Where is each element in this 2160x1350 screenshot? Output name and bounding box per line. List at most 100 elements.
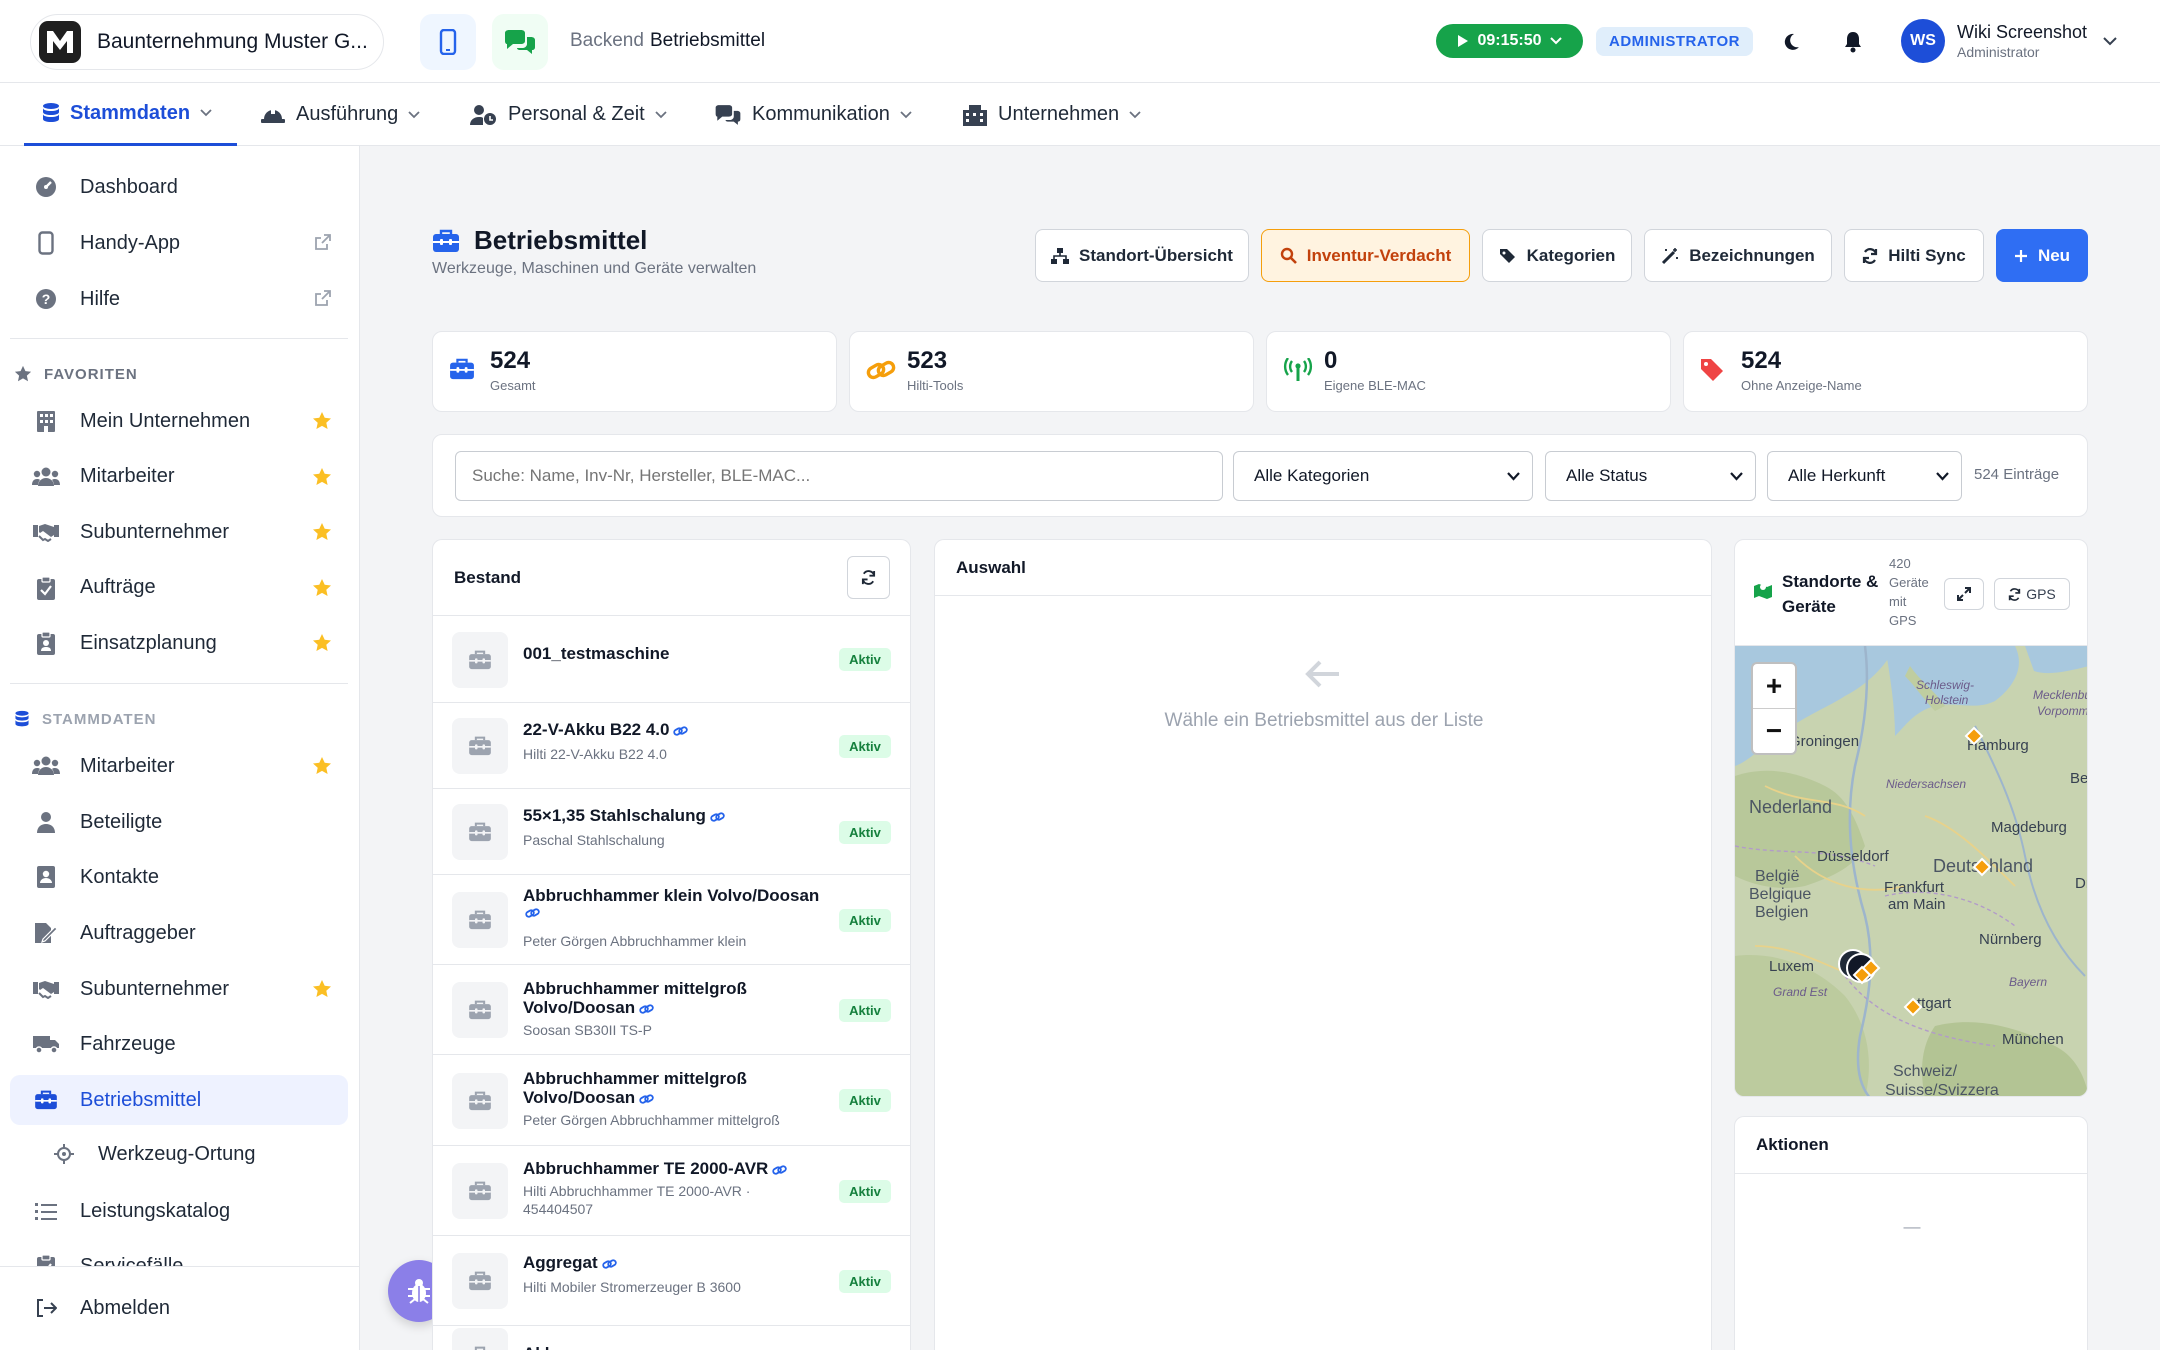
item-subtitle: Soosan SB30II TS-P	[523, 1022, 652, 1038]
sitemap-icon	[1051, 247, 1070, 264]
status-select[interactable]: Alle Status	[1545, 451, 1756, 501]
main-nav: Stammdaten Ausführung Personal & Zeit Ko…	[0, 83, 2160, 146]
item-name: Abbruchhammer TE 2000-AVR	[523, 1159, 769, 1178]
map-view[interactable]: Schleswig- Holstein Mecklenbur Vorpomme …	[1735, 646, 2087, 1096]
favorite-star-icon[interactable]	[312, 578, 332, 598]
list-item[interactable]: Abbruchhammer TE 2000-AVR Hilti Abbruchha…	[433, 1146, 910, 1236]
stat-card-ble: 0 Eigene BLE-MAC	[1266, 331, 1671, 412]
gps-sync-button[interactable]: GPS	[1994, 578, 2070, 610]
map-label: Nederland	[1749, 797, 1832, 817]
stat-label: Hilti-Tools	[907, 378, 964, 393]
sidebar-item-auftraggeber[interactable]: Auftraggeber	[10, 908, 348, 958]
sidebar-item-betriebsmittel[interactable]: Betriebsmittel	[10, 1075, 348, 1125]
favorite-star-icon[interactable]	[312, 633, 332, 653]
item-subtitle: Peter Görgen Abbruchhammer klein	[523, 933, 747, 949]
inventur-verdacht-button[interactable]: Inventur-Verdacht	[1261, 229, 1470, 282]
expand-map-button[interactable]	[1944, 578, 1984, 610]
sidebar-item-subunternehmer[interactable]: Subunternehmer	[10, 507, 348, 557]
new-button[interactable]: Neu	[1996, 229, 2088, 282]
sidebar-item-beteiligte[interactable]: Beteiligte	[10, 797, 348, 847]
inventory-list-panel: Bestand 001_testmaschine Aktiv 22-V-Akku B…	[432, 539, 911, 1350]
question-icon: ?	[32, 285, 60, 313]
search-input[interactable]	[455, 451, 1223, 501]
notifications-button[interactable]	[1837, 26, 1869, 58]
user-clock-icon	[470, 104, 496, 125]
logout-button[interactable]: Abmelden	[10, 1283, 348, 1333]
svg-text:?: ?	[42, 291, 51, 307]
sidebar-item-mein-unternehmen[interactable]: Mein Unternehmen	[10, 396, 348, 446]
star-icon	[14, 365, 32, 382]
timer-value: 09:15:50	[1477, 32, 1542, 49]
antenna-icon	[1283, 358, 1313, 381]
zoom-out-button[interactable]: −	[1753, 709, 1795, 753]
gps-count: 420 Geräte mit GPS	[1889, 556, 1929, 628]
origin-select[interactable]: Alle Herkunft	[1767, 451, 1962, 501]
list-item[interactable]: 001_testmaschine Aktiv	[433, 616, 910, 703]
sidebar-item-hilfe[interactable]: ? Hilfe	[10, 274, 348, 324]
sidebar-item-werkzeug-ortung[interactable]: Werkzeug-Ortung	[28, 1129, 359, 1179]
sidebar-item-mitarbeiter[interactable]: Mitarbeiter	[10, 452, 348, 502]
hilti-sync-button[interactable]: Hilti Sync	[1844, 229, 1984, 282]
sidebar-item-mitarbeiter[interactable]: Mitarbeiter	[10, 741, 348, 791]
sidebar-item-subunternehmer[interactable]: Subunternehmer	[10, 964, 348, 1014]
nav-ausfuehrung[interactable]: Ausführung	[260, 83, 420, 146]
chevron-down-icon	[408, 110, 420, 118]
favorite-star-icon[interactable]	[312, 467, 332, 487]
sidebar-item-leistungskatalog[interactable]: Leistungskatalog	[10, 1186, 348, 1236]
list-item[interactable]: Abbruchhammer mittelgroß Volvo/Doosan Pet…	[433, 1055, 910, 1146]
standort-uebersicht-button[interactable]: Standort-Übersicht	[1035, 229, 1249, 282]
breadcrumb-section[interactable]: Backend	[570, 30, 644, 51]
list-item[interactable]: 22-V-Akku B22 4.0 Hilti 22-V-Akku B22 4.0…	[433, 703, 910, 789]
sidebar-item-label: Mein Unternehmen	[80, 409, 251, 432]
stat-value: 0	[1324, 347, 1338, 374]
sync-icon	[2009, 587, 2021, 601]
kategorien-button[interactable]: Kategorien	[1482, 229, 1632, 282]
stat-value: 524	[490, 347, 531, 374]
list-item[interactable]: 55×1,35 Stahlschalung Paschal Stahlschalu…	[433, 789, 910, 875]
sidebar-item-fahrzeuge[interactable]: Fahrzeuge	[10, 1019, 348, 1069]
sidebar-item-handy-app[interactable]: Handy-App	[10, 218, 348, 268]
item-name: Abbruchhammer klein Volvo/Doosan	[523, 886, 820, 905]
sidebar-item-kontakte[interactable]: Kontakte	[10, 852, 348, 902]
breadcrumb: Backend Betriebsmittel	[570, 30, 765, 52]
bezeichnungen-button[interactable]: Bezeichnungen	[1644, 229, 1832, 282]
company-switcher[interactable]: Baunternehmung Muster G...	[30, 14, 384, 70]
refresh-button[interactable]	[847, 556, 890, 599]
item-name: Aggregat	[523, 1253, 598, 1272]
chat-button[interactable]	[492, 14, 548, 70]
time-tracker-button[interactable]: 09:15:50	[1436, 24, 1583, 58]
plus-icon	[2014, 249, 2027, 262]
sidebar-item-einsatzplanung[interactable]: Einsatzplanung	[10, 618, 348, 668]
sidebar-item-auftraege[interactable]: Aufträge	[10, 563, 348, 613]
favorite-star-icon[interactable]	[312, 979, 332, 999]
mobile-app-button[interactable]	[420, 14, 476, 70]
category-select[interactable]: Alle Kategorien	[1233, 451, 1533, 501]
favorite-star-icon[interactable]	[312, 411, 332, 431]
list-item[interactable]: Aggregat Hilti Mobiler Stromerzeuger B 36…	[433, 1236, 910, 1326]
bell-icon	[1845, 32, 1861, 53]
external-link-icon	[315, 234, 331, 250]
nav-kommunikation[interactable]: Kommunikation	[714, 83, 912, 146]
user-menu-chevron-icon[interactable]	[2103, 37, 2117, 46]
nav-personal-zeit[interactable]: Personal & Zeit	[470, 83, 667, 146]
status-badge: Aktiv	[839, 820, 891, 844]
map-label: Niedersachsen	[1886, 777, 1966, 791]
avatar[interactable]: WS	[1901, 19, 1945, 63]
user-name[interactable]: Wiki Screenshot	[1957, 22, 2087, 43]
list-item[interactable]: Abbruchhammer mittelgroß Volvo/Doosan Soo…	[433, 965, 910, 1055]
nav-stammdaten[interactable]: Stammdaten	[24, 83, 237, 146]
dark-mode-toggle[interactable]	[1775, 26, 1807, 58]
favorite-star-icon[interactable]	[312, 756, 332, 776]
empty-state-text: Wähle ein Betriebsmittel aus der Liste	[1164, 710, 1484, 731]
sidebar-item-label: Beteiligte	[80, 810, 163, 833]
chat-icon	[505, 30, 535, 54]
sidebar-item-dashboard[interactable]: Dashboard	[10, 162, 348, 212]
role-badge: ADMINISTRATOR	[1596, 27, 1753, 56]
list-item[interactable]: Akku	[433, 1326, 910, 1350]
zoom-in-button[interactable]: +	[1753, 664, 1795, 709]
map-label: Düsseldorf	[1817, 848, 1890, 865]
nav-unternehmen[interactable]: Unternehmen	[962, 83, 1141, 146]
favorite-star-icon[interactable]	[312, 522, 332, 542]
list-item[interactable]: Abbruchhammer klein Volvo/Doosan Peter Gö…	[433, 875, 910, 965]
map-label: Schweiz/	[1893, 1063, 1958, 1080]
